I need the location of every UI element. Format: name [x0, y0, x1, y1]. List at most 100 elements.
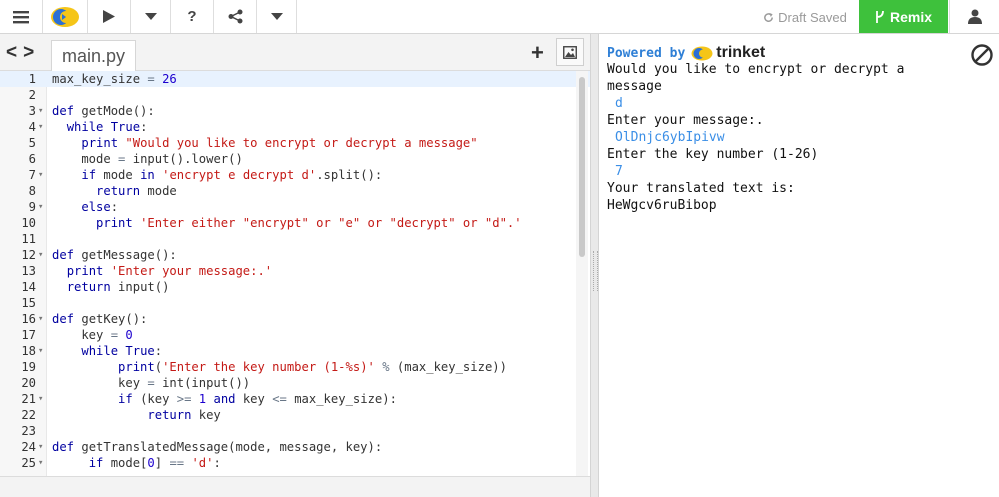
line-number: 19 [21, 360, 36, 374]
console-output-line: Enter your message:. [607, 113, 764, 128]
chevron-left-icon[interactable]: < [6, 42, 17, 64]
code-line[interactable]: 21 ▾ if (key >= 1 and key <= max_key_size… [0, 391, 590, 407]
code-line[interactable]: 20 key = int(input()) [0, 375, 590, 391]
code-line[interactable]: 22 return key [0, 407, 590, 423]
splitter-grip [593, 251, 598, 291]
editor-tab-bar: < > main.py + [0, 34, 590, 71]
code-line[interactable]: 10 print 'Enter either "encrypt" or "e" … [0, 215, 590, 231]
code-line[interactable]: 19 print('Enter the key number (1-%s)' %… [0, 359, 590, 375]
fold-toggle-icon[interactable]: ▾ [38, 391, 47, 407]
menu-button[interactable] [0, 0, 43, 33]
code-line[interactable]: 11 [0, 231, 590, 247]
pane-splitter[interactable] [590, 34, 599, 497]
file-tab-label: main.py [62, 45, 126, 66]
console-output-line: message [607, 79, 662, 94]
refresh-icon [764, 12, 774, 22]
help-button[interactable]: ? [171, 0, 214, 33]
line-number: 25 [21, 456, 36, 470]
trinket-brand: trinket [691, 44, 765, 62]
fold-toggle-icon[interactable]: ▾ [38, 455, 47, 471]
chevron-down-icon [144, 12, 157, 20]
run-button[interactable] [88, 0, 131, 33]
code-text: mode = input().lower() [52, 152, 243, 166]
fold-toggle-icon[interactable]: ▾ [38, 199, 47, 215]
stop-button[interactable] [970, 43, 994, 67]
code-line[interactable]: 25 ▾ if mode[0] == 'd': [0, 455, 590, 471]
code-text: if mode[0] == 'd': [88, 456, 221, 470]
line-number: 12 [21, 248, 36, 262]
line-number: 17 [21, 328, 36, 342]
line-number: 2 [28, 88, 36, 102]
fold-toggle-icon[interactable]: ▾ [38, 119, 47, 135]
line-number: 14 [21, 280, 36, 294]
line-number: 16 [21, 312, 36, 326]
editor-horizontal-scrollbar[interactable] [0, 476, 590, 497]
code-line[interactable]: 1 max_key_size = 26 [0, 71, 590, 87]
code-editor[interactable]: 1 max_key_size = 26 2 3 ▾ def getMode(): 4 ▾ wh… [0, 71, 590, 476]
plus-icon: + [531, 40, 544, 65]
file-nav-arrows: < > [6, 42, 34, 64]
fold-toggle-icon[interactable]: ▾ [38, 343, 47, 359]
hamburger-icon [13, 10, 29, 23]
line-number: 4 [28, 120, 36, 134]
console-output-line: HeWgcv6ruBibop [607, 198, 717, 213]
code-text: print 'Enter your message:.' [66, 264, 273, 278]
code-text: while True: [81, 344, 163, 358]
line-number: 3 [28, 104, 36, 118]
code-line[interactable]: 16 ▾ def getKey(): [0, 311, 590, 327]
fold-toggle-icon[interactable]: ▾ [38, 103, 47, 119]
code-text: def getMessage(): [52, 248, 177, 262]
fold-toggle-icon[interactable]: ▾ [38, 439, 47, 455]
code-line[interactable]: 17 key = 0 [0, 327, 590, 343]
code-line[interactable]: 6 mode = input().lower() [0, 151, 590, 167]
code-line[interactable]: 3 ▾ def getMode(): [0, 103, 590, 119]
trinket-logo-button[interactable] [43, 0, 88, 33]
line-number: 6 [28, 152, 36, 166]
share-button[interactable] [214, 0, 257, 33]
powered-by-banner[interactable]: Powered by trinket [607, 44, 765, 62]
code-line[interactable]: 14 return input() [0, 279, 590, 295]
share-options-dropdown[interactable] [257, 0, 297, 33]
stop-icon [971, 44, 993, 66]
code-line[interactable]: 15 [0, 295, 590, 311]
run-options-dropdown[interactable] [131, 0, 171, 33]
code-line[interactable]: 4 ▾ while True: [0, 119, 590, 135]
console-user-input: d [615, 96, 623, 111]
console-output-line: Enter the key number (1-26) [607, 147, 819, 162]
fold-toggle-icon[interactable]: ▾ [38, 167, 47, 183]
add-file-button[interactable]: + [531, 40, 544, 66]
image-icon [563, 45, 577, 59]
line-number: 18 [21, 344, 36, 358]
code-line[interactable]: 13 print 'Enter your message:.' [0, 263, 590, 279]
console-output-line: Your translated text is: [607, 181, 795, 196]
code-line[interactable]: 5 print "Would you like to encrypt or de… [0, 135, 590, 151]
remix-button[interactable]: Remix [859, 0, 948, 33]
output-console: Powered by trinket Would you like to enc… [599, 34, 999, 497]
line-number: 23 [21, 424, 36, 438]
image-library-button[interactable] [556, 38, 584, 66]
code-line[interactable]: 18 ▾ while True: [0, 343, 590, 359]
line-number: 11 [21, 232, 36, 246]
fold-toggle-icon[interactable]: ▾ [38, 247, 47, 263]
line-number: 24 [21, 440, 36, 454]
chevron-right-icon[interactable]: > [23, 42, 34, 64]
console-user-input: OlDnjc6ybIpivw [615, 130, 725, 145]
user-menu-button[interactable] [949, 0, 999, 33]
code-line[interactable]: 24 ▾ def getTranslatedMessage(mode, messag… [0, 439, 590, 455]
code-line[interactable]: 2 [0, 87, 590, 103]
line-number: 10 [21, 216, 36, 230]
code-line[interactable]: 7 ▾ if mode in 'encrypt e decrypt d'.spli… [0, 167, 590, 183]
editor-scrollbar-thumb[interactable] [579, 77, 585, 257]
user-icon [967, 9, 982, 24]
code-line[interactable]: 9 ▾ else: [0, 199, 590, 215]
code-text: def getKey(): [52, 312, 148, 326]
code-text: while True: [66, 120, 148, 134]
file-tab-main[interactable]: main.py [51, 40, 137, 71]
code-line[interactable]: 12 ▾ def getMessage(): [0, 247, 590, 263]
line-number: 13 [21, 264, 36, 278]
draft-status-label: Draft Saved [778, 9, 847, 25]
console-output: Would you like to encrypt or decrypt a me… [607, 61, 904, 214]
code-line[interactable]: 8 return mode [0, 183, 590, 199]
code-line[interactable]: 23 [0, 423, 590, 439]
fold-toggle-icon[interactable]: ▾ [38, 311, 47, 327]
